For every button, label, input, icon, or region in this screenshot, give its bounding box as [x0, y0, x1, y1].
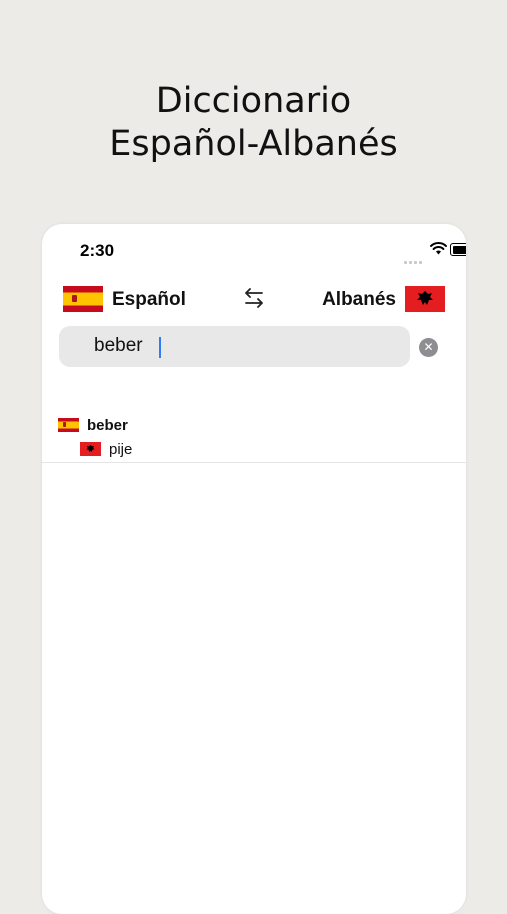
spain-flag-icon[interactable] [63, 286, 103, 312]
phone-screen: 2:30 Español Albanés ✕ beber [42, 224, 466, 914]
result-word: beber [87, 417, 128, 434]
battery-icon [450, 243, 466, 256]
search-box[interactable] [59, 326, 410, 367]
albania-flag-icon[interactable] [405, 286, 445, 312]
text-caret [159, 337, 161, 358]
cellular-signal-icon [404, 251, 424, 264]
source-language-button[interactable]: Español [112, 289, 186, 311]
spain-flag-icon [58, 418, 79, 432]
marketing-headline: Diccionario Español-Albanés [0, 80, 507, 166]
search-input[interactable] [94, 335, 394, 357]
result-row[interactable]: beber pije [42, 414, 466, 463]
headline-line-2: Español-Albanés [109, 124, 398, 164]
language-selector-row: Español Albanés [42, 285, 466, 313]
headline-line-1: Diccionario [155, 81, 352, 121]
target-language-button[interactable]: Albanés [322, 289, 396, 311]
swap-arrows-icon[interactable] [242, 286, 266, 310]
status-time: 2:30 [80, 241, 115, 260]
result-translation: pije [109, 441, 133, 458]
albania-flag-icon [80, 442, 101, 456]
clear-circle-icon[interactable]: ✕ [419, 338, 438, 357]
wifi-icon [430, 242, 447, 255]
